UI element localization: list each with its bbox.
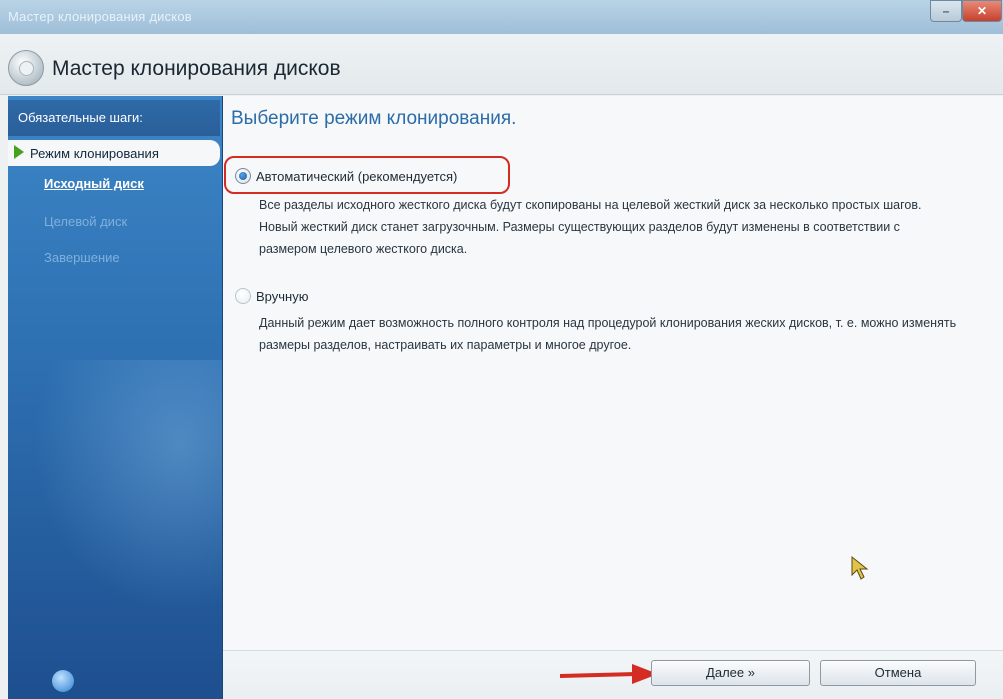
sidebar-item-source-disk[interactable]: Исходный диск [44,176,144,191]
option-automatic-description: Все разделы исходного жесткого диска буд… [259,198,922,256]
sidebar-heading-label: Обязательные шаги: [18,110,143,125]
disk-clone-icon [8,50,44,86]
sidebar-heading: Обязательные шаги: [8,100,220,136]
title-bar[interactable]: Мастер клонирования дисков – ✕ [0,0,1003,34]
page-title: Выберите режим клонирования. [231,108,517,129]
radio-manual[interactable] [235,288,251,304]
minimize-icon: – [942,4,950,18]
sidebar-item-target-disk: Целевой диск [44,214,128,229]
close-icon: ✕ [976,4,988,18]
option-automatic-label[interactable]: Автоматический (рекомендуется) [256,169,457,184]
radio-automatic[interactable] [235,168,251,184]
option-manual-description: Данный режим дает возможность полного ко… [259,316,957,352]
mouse-cursor-icon [851,555,869,580]
minimize-button[interactable]: – [930,0,962,22]
red-arrow-icon [560,664,658,684]
wizard-title: Мастер клонирования дисков [52,57,341,80]
next-button[interactable]: Далее » [651,660,810,686]
cancel-button[interactable]: Отмена [820,660,976,686]
window-title: Мастер клонирования дисков [8,9,192,24]
clone-wizard-window: Мастер клонирования дисков – ✕ Мастер кл… [0,0,1003,699]
wizard-header: Мастер клонирования дисков [0,34,1003,95]
sidebar-item-clone-mode[interactable]: Режим клонирования [8,140,220,166]
sidebar-item-label: Режим клонирования [30,146,159,161]
sidebar-decoration [8,360,222,640]
close-button[interactable]: ✕ [962,0,1002,22]
help-icon[interactable] [52,670,74,692]
sidebar-item-finish: Завершение [44,250,120,265]
current-step-arrow-icon [14,145,24,159]
option-manual-label[interactable]: Вручную [256,289,308,304]
